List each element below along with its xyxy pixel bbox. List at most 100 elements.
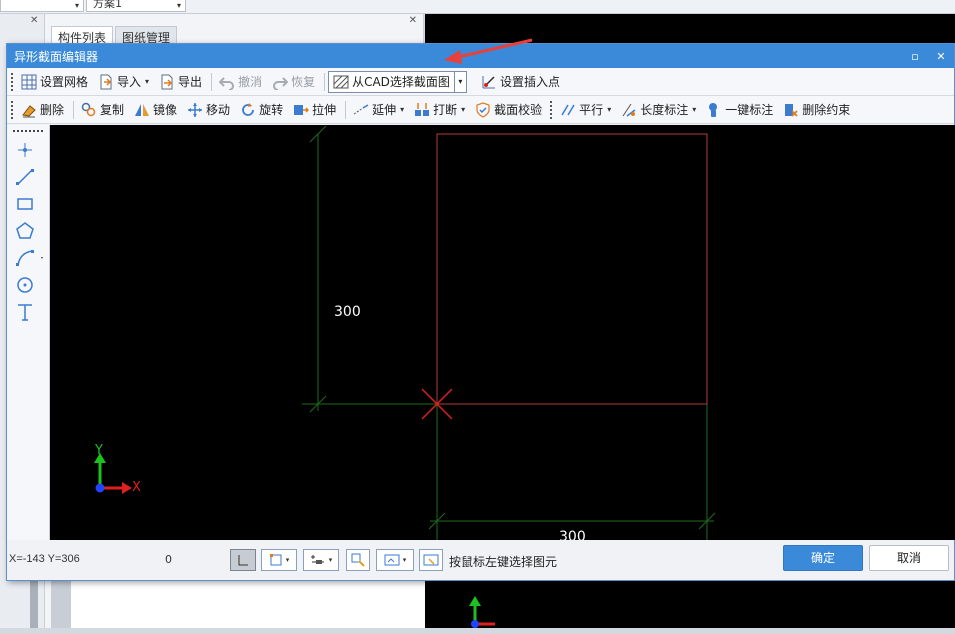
delete-constraint-label: 删除约束	[802, 103, 851, 117]
toolbar-divider	[324, 72, 326, 91]
break-label: 打断	[433, 103, 458, 117]
chevron-down-icon[interactable]: ▾	[400, 105, 404, 114]
toolbar-main: 设置网格 导入 ▾ 导出 撤消 恢复 从CAD选择截面图 ▾ 设置插入点	[7, 68, 954, 96]
delete-label: 删除	[40, 103, 65, 117]
chevron-down-icon[interactable]: ▾	[461, 105, 465, 114]
section-check-button[interactable]: 截面校验	[471, 99, 546, 121]
background-dropdown-left[interactable]: ▾	[0, 0, 84, 12]
undo-icon	[219, 76, 235, 90]
parallel-label: 平行	[579, 103, 604, 117]
chevron-down-icon[interactable]: ▾	[145, 77, 149, 86]
line-tool-icon[interactable]	[15, 167, 35, 187]
mirror-icon	[135, 103, 150, 116]
ok-button[interactable]: 确定	[783, 545, 863, 571]
select-from-cad-label: 从CAD选择截面图	[352, 75, 450, 89]
dimension-style-icon	[310, 555, 324, 564]
point-tool-icon[interactable]	[15, 140, 35, 160]
extend-button[interactable]: 延伸 ▾	[349, 99, 408, 121]
dimension-label-vertical: 300	[334, 304, 361, 320]
redo-button[interactable]: 恢复	[268, 71, 319, 93]
one-key-dimension-button[interactable]: 一键标注	[702, 99, 777, 121]
set-grid-button[interactable]: 设置网格	[17, 71, 92, 93]
chevron-down-icon[interactable]: ▾	[403, 556, 407, 564]
dimension-style-button[interactable]: ▾	[303, 549, 339, 571]
close-icon[interactable]: ✕	[928, 50, 954, 63]
highlight-button[interactable]	[346, 549, 370, 571]
drawing-canvas[interactable]: 300 300 Y X	[50, 125, 955, 540]
redo-label: 恢复	[291, 75, 316, 89]
extend-icon	[353, 103, 369, 114]
text-tool-icon[interactable]	[15, 302, 35, 322]
chevron-down-icon[interactable]: ▾	[329, 556, 333, 564]
cancel-button[interactable]: 取消	[869, 545, 949, 571]
parallel-icon	[561, 104, 575, 115]
status-value: 0	[165, 553, 172, 566]
close-icon[interactable]: ✕	[30, 15, 38, 26]
display-settings-button[interactable]: ▾	[376, 549, 414, 571]
arc-tool-icon[interactable]	[15, 248, 45, 268]
copy-label: 复制	[100, 103, 125, 117]
circle-tool-icon[interactable]	[15, 275, 35, 295]
undo-button[interactable]: 撤消	[215, 71, 266, 93]
copy-button[interactable]: 复制	[77, 99, 128, 121]
background-axis-icon	[469, 596, 495, 628]
length-dimension-label: 长度标注	[640, 103, 689, 117]
snap-icon	[269, 554, 282, 566]
cursor-coordinates: X=-143 Y=306	[9, 553, 80, 565]
rectangle-tool-icon[interactable]	[15, 194, 35, 214]
parallel-button[interactable]: 平行 ▾	[556, 99, 615, 121]
toolbar-grip[interactable]	[11, 100, 13, 119]
chevron-down-icon[interactable]: ▾	[692, 105, 696, 114]
undo-label: 撤消	[238, 75, 263, 89]
length-dimension-button[interactable]: 长度标注 ▾	[617, 99, 700, 121]
scheme-dropdown[interactable]: 方案1 ▾	[86, 0, 186, 12]
stretch-label: 拉伸	[312, 103, 337, 117]
stretch-button[interactable]: 拉伸	[289, 99, 340, 121]
chevron-down-icon[interactable]: ▾	[607, 105, 611, 114]
select-from-cad-button[interactable]: 从CAD选择截面图 ▾	[328, 70, 467, 93]
select-mode-icon	[423, 554, 439, 566]
delete-constraint-icon	[785, 103, 798, 117]
chevron-down-icon[interactable]: ▾	[286, 556, 290, 564]
import-button[interactable]: 导入 ▾	[94, 71, 153, 93]
rotate-label: 旋转	[259, 103, 284, 117]
tab-component-list[interactable]: 构件列表	[51, 26, 114, 45]
maximize-icon[interactable]: ▫	[902, 50, 928, 63]
select-mode-button[interactable]	[419, 549, 443, 571]
eraser-icon	[22, 104, 36, 117]
toolbar-divider	[73, 100, 75, 119]
snap-settings-button[interactable]: ▾	[261, 549, 297, 571]
polygon-tool-icon[interactable]	[15, 221, 35, 241]
toolbar-divider	[211, 72, 213, 91]
section-editor-dialog: 异形截面编辑器 ▫ ✕ 设置网格 导入 ▾ 导出 撤消 恢复 从CAD选择截面图…	[6, 43, 955, 581]
shield-check-icon	[476, 101, 490, 118]
one-key-dimension-label: 一键标注	[725, 103, 774, 117]
toolbar-edit: 删除 复制 镜像 移动 旋转 拉伸 延伸 ▾ 打断 ▾ 截面校验 平行 ▾ 长度…	[7, 96, 954, 124]
delete-constraint-button[interactable]: 删除约束	[779, 99, 854, 121]
chevron-down-icon[interactable]: ▾	[453, 71, 466, 92]
set-insert-point-label: 设置插入点	[499, 75, 560, 89]
set-insert-point-button[interactable]: 设置插入点	[477, 71, 564, 93]
close-icon[interactable]: ✕	[409, 15, 417, 26]
export-button[interactable]: 导出	[155, 71, 206, 93]
axis-label-y: Y	[95, 443, 103, 458]
ortho-toggle[interactable]	[230, 549, 256, 571]
stretch-icon	[294, 104, 310, 115]
rotate-button[interactable]: 旋转	[236, 99, 287, 121]
toolbar-grip[interactable]	[11, 72, 13, 91]
pointer-hand-icon	[709, 102, 718, 117]
move-icon	[188, 102, 203, 117]
axis-label-x: X	[132, 480, 141, 495]
highlight-icon	[351, 553, 365, 567]
break-button[interactable]: 打断 ▾	[410, 99, 469, 121]
delete-button[interactable]: 删除	[17, 99, 68, 121]
display-icon	[384, 554, 400, 566]
toolbar-grip[interactable]	[550, 100, 553, 119]
mirror-button[interactable]: 镜像	[130, 99, 181, 121]
section-rectangle[interactable]	[436, 133, 708, 405]
axis-indicator	[94, 453, 132, 494]
tab-drawing-management[interactable]: 图纸管理	[115, 26, 178, 45]
toolbar-grip[interactable]	[13, 130, 43, 132]
move-button[interactable]: 移动	[183, 99, 234, 121]
status-hint: 按鼠标左键选择图元	[449, 555, 558, 569]
